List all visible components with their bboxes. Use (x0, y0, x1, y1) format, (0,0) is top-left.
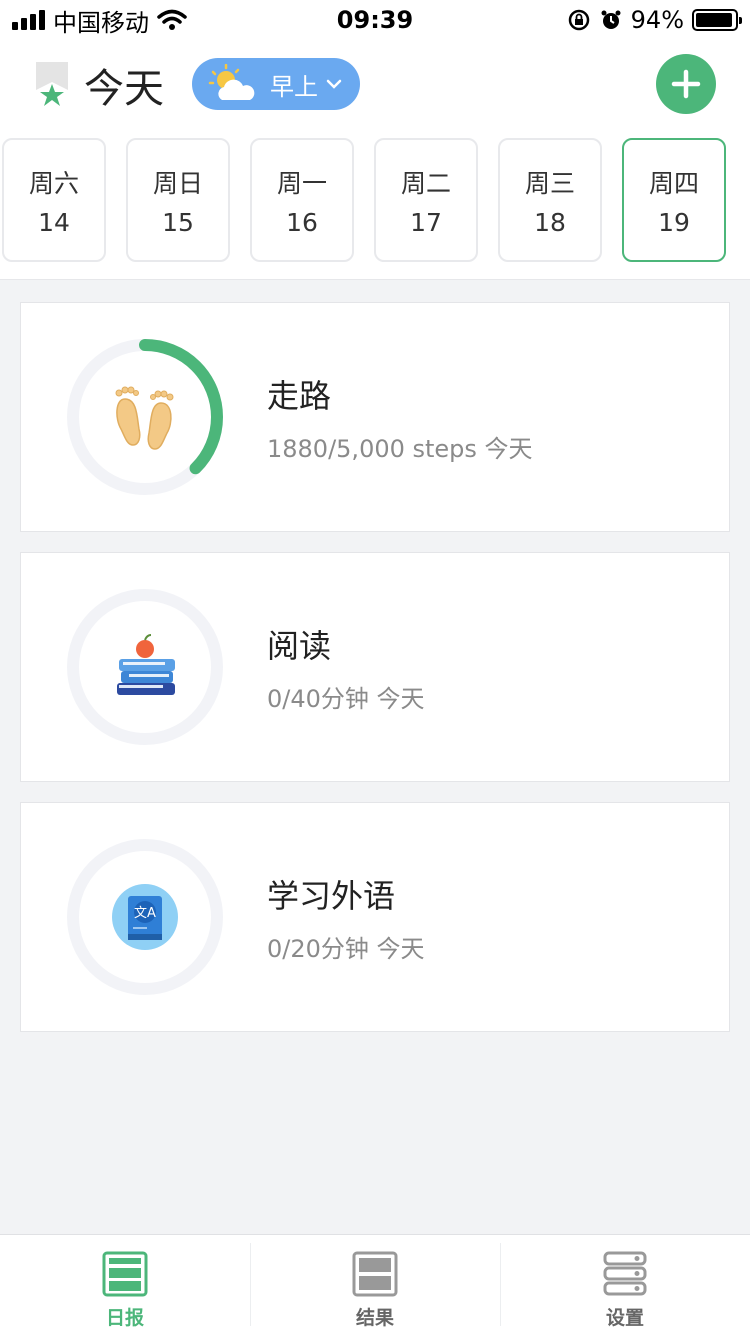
day-tab[interactable]: 周日 15 (126, 138, 230, 262)
svg-text:文A: 文A (134, 906, 156, 921)
page-title: 今天 (84, 66, 164, 112)
day-name: 周三 (524, 168, 575, 198)
results-icon (352, 1251, 398, 1297)
day-selector: 周六 14 周日 15 周一 16 周二 17 周三 18 周四 19 (0, 138, 750, 264)
rotation-lock-icon (568, 9, 589, 31)
daily-report-icon (102, 1251, 148, 1297)
habit-card-walking[interactable]: 走路 1880/5,000 steps 今天 (20, 302, 730, 532)
habit-progress-text: 1880/5,000 steps 今天 (267, 435, 533, 463)
day-tab[interactable]: 周二 17 (374, 138, 478, 262)
day-date: 15 (162, 207, 194, 237)
habit-card-language[interactable]: 文A 学习外语 0/20分钟 今天 (20, 802, 730, 1032)
day-name: 周日 (152, 168, 203, 198)
status-right: 94% (567, 6, 742, 34)
day-date: 17 (410, 207, 442, 237)
tab-label: 设置 (605, 1307, 644, 1329)
tab-settings[interactable]: 设置 (500, 1235, 750, 1334)
status-bar: 中国移动 09:39 94% (0, 0, 750, 40)
alarm-icon (601, 10, 621, 29)
tab-label: 结果 (355, 1307, 394, 1329)
chevron-down-icon (326, 79, 342, 89)
add-habit-button[interactable] (656, 54, 716, 114)
day-date: 16 (286, 207, 318, 237)
battery-icon (692, 9, 742, 31)
day-tab[interactable]: 周三 18 (498, 138, 602, 262)
period-label: 早上 (270, 72, 318, 101)
tab-bar: 日报 结果 设置 (0, 1234, 750, 1334)
habit-card-reading[interactable]: 阅读 0/40分钟 今天 (20, 552, 730, 782)
day-name: 周一 (276, 168, 327, 198)
day-date: 18 (534, 207, 566, 237)
tab-daily[interactable]: 日报 (0, 1235, 250, 1334)
wifi-icon (157, 9, 187, 30)
habit-title: 阅读 (267, 627, 332, 665)
habit-title: 学习外语 (267, 877, 396, 915)
tab-label: 日报 (105, 1307, 144, 1329)
battery-percent: 94% (630, 6, 684, 34)
books-apple-icon (117, 634, 175, 695)
day-tab-selected[interactable]: 周四 19 (622, 138, 726, 262)
plus-icon (671, 69, 701, 99)
day-name: 周四 (648, 168, 699, 198)
sun-cloud-icon (208, 64, 255, 100)
carrier-label: 中国移动 (53, 8, 149, 37)
status-left: 中国移动 (12, 3, 187, 38)
day-name: 周六 (28, 168, 79, 198)
habit-progress-text: 0/20分钟 今天 (267, 935, 425, 963)
period-selector[interactable]: 早上 (192, 58, 360, 110)
habit-progress-text: 0/40分钟 今天 (267, 685, 425, 713)
signal-icon (12, 10, 45, 30)
footprints-icon (115, 386, 174, 450)
translate-book-icon: 文A (112, 884, 178, 950)
day-tab[interactable]: 周一 16 (250, 138, 354, 262)
tab-results[interactable]: 结果 (250, 1235, 500, 1334)
star-icon (36, 62, 68, 106)
day-date: 19 (658, 207, 690, 237)
header: 今天 早上 周六 14 周日 15 周一 16 周二 17 周三 18 周四 1… (0, 40, 750, 280)
day-date: 14 (38, 207, 70, 237)
day-tab[interactable]: 周六 14 (2, 138, 106, 262)
habit-title: 走路 (267, 377, 332, 415)
day-name: 周二 (400, 168, 451, 198)
settings-icon (603, 1251, 647, 1296)
